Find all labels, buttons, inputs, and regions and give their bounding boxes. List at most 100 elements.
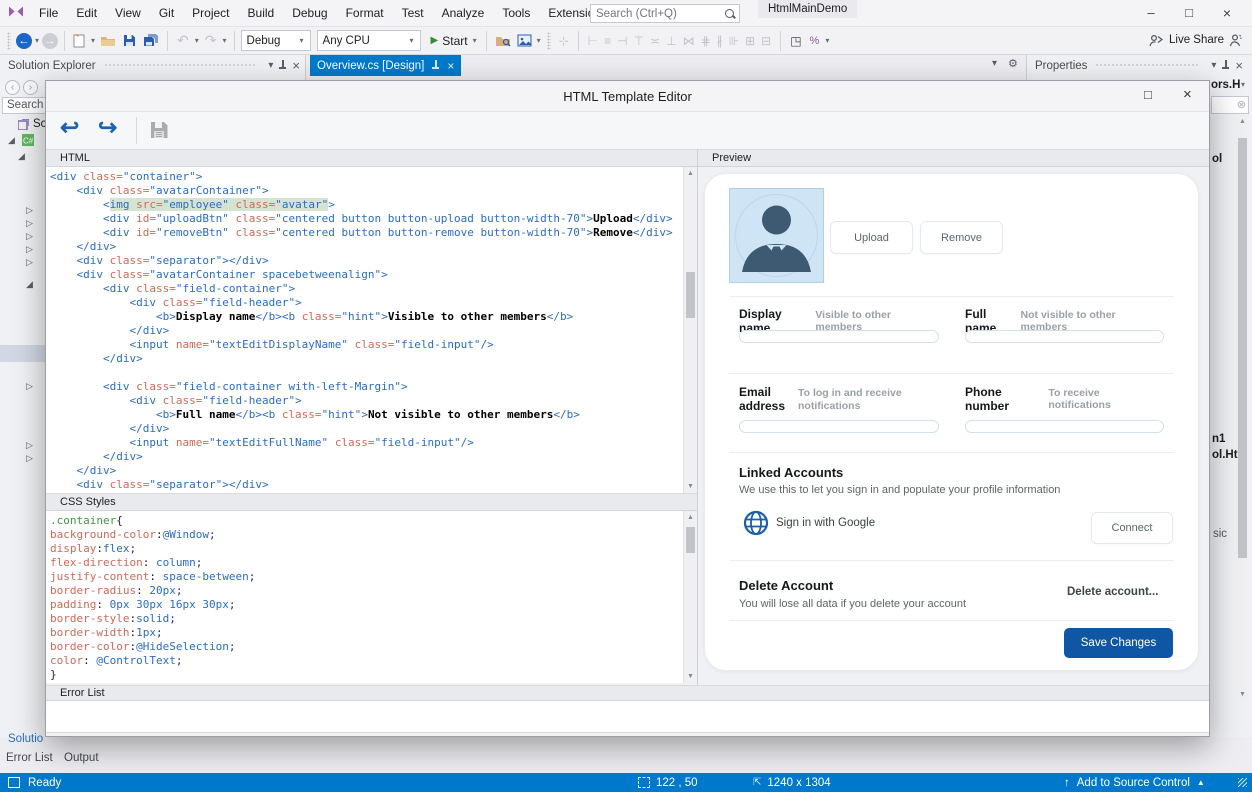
code-line[interactable]: <div class="separator"></div> — [50, 478, 697, 492]
image-preview-button[interactable] — [515, 34, 534, 47]
menu-tools[interactable]: Tools — [493, 0, 539, 26]
menu-build[interactable]: Build — [239, 0, 284, 26]
browse-resources-button[interactable] — [493, 34, 513, 47]
tab-order-icon[interactable]: % — [807, 35, 823, 47]
scroll-up-icon[interactable]: ▲ — [684, 170, 697, 177]
code-line[interactable]: <div class="field-header"> — [50, 394, 697, 408]
navigate-forward-button[interactable]: → — [42, 33, 58, 49]
code-line[interactable]: <div class="field-header"> — [50, 296, 697, 310]
code-line[interactable]: </div> — [50, 240, 697, 254]
toolbar-grip[interactable] — [547, 32, 551, 50]
scroll-down-icon[interactable]: ▼ — [1236, 691, 1249, 698]
close-tab-icon[interactable]: × — [447, 59, 454, 73]
window-mode-icon[interactable] — [8, 777, 20, 788]
scrollbar-thumb[interactable] — [1238, 138, 1247, 558]
code-line[interactable]: border-radius: 20px; — [50, 584, 697, 598]
layout-tool-icon-6[interactable]: ⋈ — [680, 34, 698, 48]
feedback-icon[interactable] — [1228, 33, 1243, 50]
solution-configurations-combobox[interactable]: Debug▾ — [241, 30, 311, 51]
scroll-up-icon[interactable]: ▲ — [1236, 118, 1249, 125]
properties-combo-dropdown-icon[interactable]: ▾ — [1241, 80, 1245, 89]
save-all-button[interactable] — [141, 33, 161, 48]
save-template-button[interactable] — [148, 119, 170, 144]
layout-tool-icon-9[interactable]: ⊪ — [726, 34, 742, 48]
overflow-dropdown-icon[interactable]: ▾ — [536, 36, 542, 45]
layout-tool-icon-11[interactable]: ⊟ — [758, 34, 774, 48]
code-line[interactable]: <div class="container"> — [50, 170, 697, 184]
layout-tool-icon-1[interactable]: ≡ — [601, 34, 614, 48]
document-options-gear-icon[interactable]: ⚙ — [1008, 57, 1018, 70]
code-line[interactable]: justify-content: space-between; — [50, 570, 697, 584]
layout-tool-icon-2[interactable]: ⊣ — [614, 34, 630, 48]
code-line[interactable]: </div> — [50, 324, 697, 338]
menu-test[interactable]: Test — [393, 0, 433, 26]
menu-git[interactable]: Git — [150, 0, 183, 26]
code-line[interactable]: flex-direction: column; — [50, 556, 697, 570]
code-line[interactable]: padding: 0px 30px 16px 30px; — [50, 598, 697, 612]
tree-expanded-icon[interactable]: ◢ — [18, 151, 25, 162]
properties-object-combobox[interactable]: ors.H — [1211, 79, 1240, 91]
solution-explorer-header[interactable]: Solution Explorer ▾ × — [0, 55, 305, 76]
menu-edit[interactable]: Edit — [67, 0, 106, 26]
error-list-tab[interactable]: Error List — [6, 752, 53, 764]
quick-search-input[interactable]: Search (Ctrl+Q) — [590, 4, 740, 23]
new-project-button[interactable] — [71, 33, 88, 48]
connect-button[interactable]: Connect — [1091, 512, 1173, 544]
code-line[interactable]: </div> — [50, 464, 697, 478]
tree-expanded-icon[interactable]: ◢ — [26, 279, 33, 290]
layout-tool-icon-8[interactable]: ∦ — [714, 34, 726, 48]
resize-grip[interactable] — [1238, 778, 1247, 787]
code-line[interactable]: <input name="textEditFullName" class="fi… — [50, 436, 697, 450]
html-editor[interactable]: <div class="container"> <div class="avat… — [46, 167, 697, 493]
scroll-down-icon[interactable]: ▼ — [684, 673, 697, 680]
size-to-grid-icon[interactable]: ◳ — [787, 34, 804, 48]
tree-expanded-icon[interactable]: ◢ — [8, 135, 15, 146]
undo-button[interactable]: ↩ — [60, 114, 79, 141]
redo-button[interactable]: ↪ — [98, 114, 117, 141]
redo-dropdown-icon[interactable]: ▾ — [222, 36, 228, 45]
tree-collapsed-icon[interactable]: ▷ — [26, 205, 33, 216]
back-dropdown-icon[interactable]: ▾ — [34, 36, 40, 45]
solution-explorer-bottom-tab[interactable]: Solutio — [8, 733, 45, 745]
open-folder-button[interactable] — [98, 34, 118, 47]
code-line[interactable]: .container{ — [50, 514, 697, 528]
code-line[interactable]: border-width:1px; — [50, 626, 697, 640]
properties-header[interactable]: Properties ▾ × — [1027, 55, 1252, 76]
upload-button[interactable]: Upload — [830, 221, 913, 254]
anchor-tool-icon[interactable]: ⊹ — [556, 34, 572, 48]
css-code[interactable]: .container{background-color:@Window;disp… — [46, 511, 697, 682]
tab-list-dropdown-icon[interactable]: ▾ — [992, 58, 997, 69]
layout-tool-icon-5[interactable]: ⊥ — [663, 34, 679, 48]
code-line[interactable]: <div class="separator"></div> — [50, 254, 697, 268]
code-line[interactable]: background-color:@Window; — [50, 528, 697, 542]
new-dropdown-icon[interactable]: ▾ — [90, 36, 96, 45]
overflow-dropdown-icon[interactable]: ▾ — [824, 36, 830, 45]
scroll-down-icon[interactable]: ▼ — [684, 483, 697, 490]
code-line[interactable]: <div id="uploadBtn" class="centered butt… — [50, 212, 697, 226]
dialog-close-button[interactable]: × — [1183, 86, 1192, 103]
code-line[interactable]: </div> — [50, 422, 697, 436]
solution-platforms-combobox[interactable]: Any CPU▾ — [317, 30, 421, 51]
tree-selected-row[interactable] — [0, 345, 45, 362]
undo-dropdown-icon[interactable]: ▾ — [194, 36, 200, 45]
code-line[interactable]: <b>Display name</b><b class="hint">Visib… — [50, 310, 697, 324]
window-position-icon[interactable]: ▾ — [1206, 60, 1221, 71]
menu-format[interactable]: Format — [337, 0, 393, 26]
layout-tool-icon-7[interactable]: ⋕ — [698, 34, 714, 48]
code-line[interactable]: <div class="field-container"> — [50, 282, 697, 296]
layout-tool-icon-0[interactable]: ⊢ — [585, 34, 601, 48]
output-tab[interactable]: Output — [64, 752, 99, 764]
forward-nav-icon[interactable]: › — [23, 80, 38, 95]
code-line[interactable]: </div> — [50, 450, 697, 464]
close-panel-icon[interactable]: × — [287, 58, 305, 73]
scrollbar-thumb[interactable] — [686, 272, 695, 318]
layout-tool-icon-4[interactable]: ≍ — [647, 34, 663, 48]
code-line[interactable]: color: @ControlText; — [50, 654, 697, 668]
dialog-maximize-button[interactable]: □ — [1144, 87, 1152, 102]
display-name-input[interactable] — [739, 330, 939, 343]
code-line[interactable]: border-style:solid; — [50, 612, 697, 626]
dialog-title-bar[interactable]: HTML Template Editor — [46, 81, 1209, 111]
tree-collapsed-icon[interactable]: ▷ — [26, 257, 33, 268]
properties-search-input[interactable]: ⊗ — [1211, 96, 1249, 114]
code-line[interactable] — [50, 366, 697, 380]
